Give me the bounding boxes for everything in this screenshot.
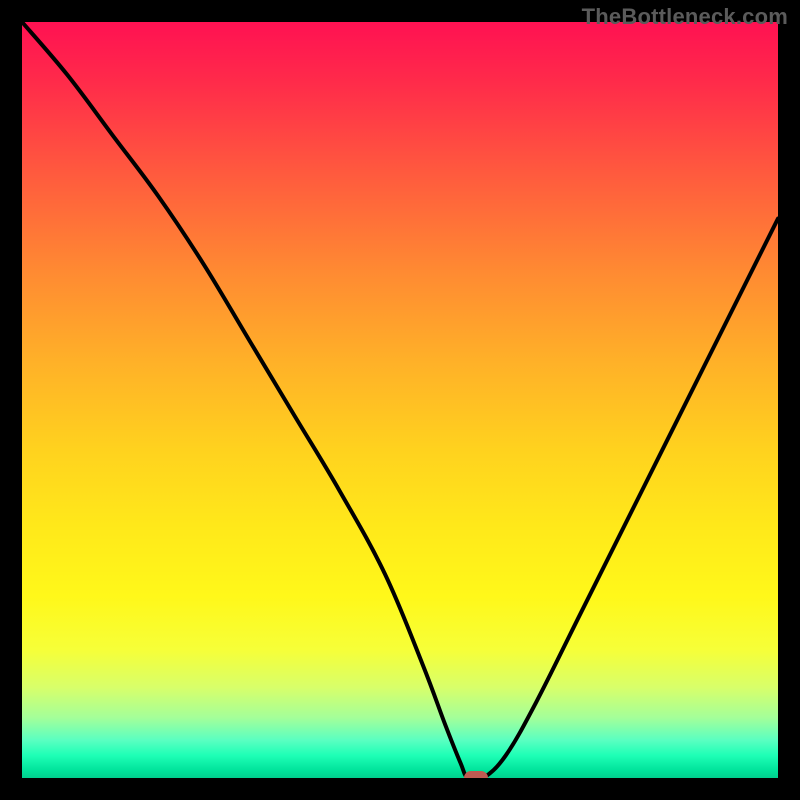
optimal-marker-icon bbox=[464, 771, 488, 778]
chart-frame: TheBottleneck.com bbox=[0, 0, 800, 800]
plot-area bbox=[22, 22, 778, 778]
watermark-text: TheBottleneck.com bbox=[582, 4, 788, 30]
bottleneck-curve bbox=[22, 22, 778, 778]
